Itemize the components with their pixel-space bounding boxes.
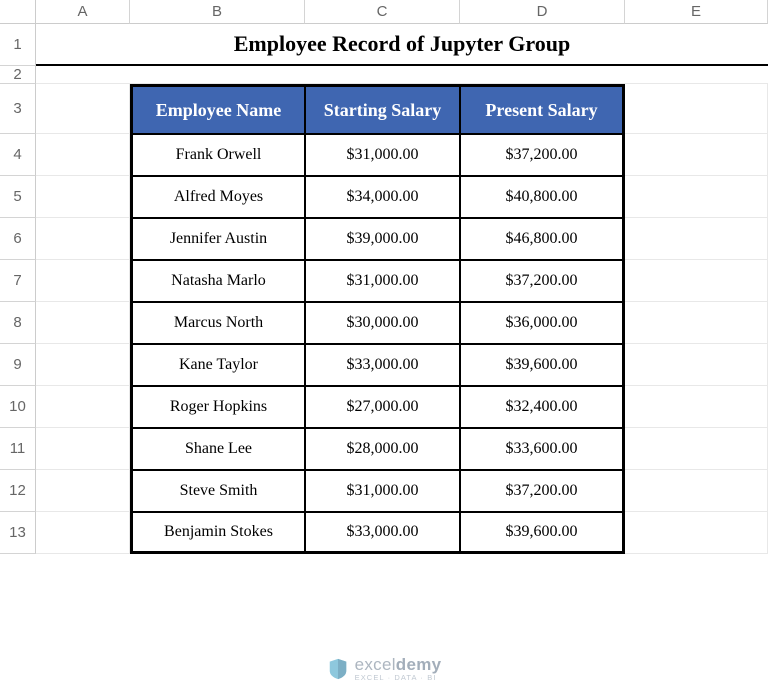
table-row[interactable]: Steve Smith bbox=[130, 470, 305, 512]
row-header-6[interactable]: 6 bbox=[0, 218, 36, 260]
table-row[interactable]: $32,400.00 bbox=[460, 386, 625, 428]
cell-e12[interactable] bbox=[625, 470, 768, 512]
table-row[interactable]: Marcus North bbox=[130, 302, 305, 344]
table-row[interactable]: $37,200.00 bbox=[460, 134, 625, 176]
table-header-name[interactable]: Employee Name bbox=[130, 84, 305, 134]
table-row[interactable]: $33,600.00 bbox=[460, 428, 625, 470]
row-header-7[interactable]: 7 bbox=[0, 260, 36, 302]
blank-row bbox=[36, 66, 768, 84]
cell-e3[interactable] bbox=[625, 84, 768, 134]
table-row[interactable]: $37,200.00 bbox=[460, 470, 625, 512]
cell-e9[interactable] bbox=[625, 344, 768, 386]
table-header-start[interactable]: Starting Salary bbox=[305, 84, 460, 134]
table-row[interactable]: Frank Orwell bbox=[130, 134, 305, 176]
row-header-10[interactable]: 10 bbox=[0, 386, 36, 428]
cell-a5[interactable] bbox=[36, 176, 130, 218]
page-title: Employee Record of Jupyter Group bbox=[36, 24, 768, 66]
table-row[interactable]: Jennifer Austin bbox=[130, 218, 305, 260]
row-header-8[interactable]: 8 bbox=[0, 302, 36, 344]
cell-e8[interactable] bbox=[625, 302, 768, 344]
table-row[interactable]: $39,600.00 bbox=[460, 344, 625, 386]
cell-a3[interactable] bbox=[36, 84, 130, 134]
col-header-d[interactable]: D bbox=[460, 0, 625, 24]
table-row[interactable]: $30,000.00 bbox=[305, 302, 460, 344]
col-header-b[interactable]: B bbox=[130, 0, 305, 24]
table-row[interactable]: $27,000.00 bbox=[305, 386, 460, 428]
table-row[interactable]: $34,000.00 bbox=[305, 176, 460, 218]
table-row[interactable]: $33,000.00 bbox=[305, 344, 460, 386]
table-row[interactable]: Alfred Moyes bbox=[130, 176, 305, 218]
col-header-e[interactable]: E bbox=[625, 0, 768, 24]
cell-a4[interactable] bbox=[36, 134, 130, 176]
table-row[interactable]: Natasha Marlo bbox=[130, 260, 305, 302]
cell-a10[interactable] bbox=[36, 386, 130, 428]
table-row[interactable]: $28,000.00 bbox=[305, 428, 460, 470]
table-row[interactable]: Benjamin Stokes bbox=[130, 512, 305, 554]
select-all-corner[interactable] bbox=[0, 0, 36, 24]
row-header-13[interactable]: 13 bbox=[0, 512, 36, 554]
col-header-a[interactable]: A bbox=[36, 0, 130, 24]
cell-e6[interactable] bbox=[625, 218, 768, 260]
cell-e7[interactable] bbox=[625, 260, 768, 302]
table-header-present[interactable]: Present Salary bbox=[460, 84, 625, 134]
watermark-text: exceldemy EXCEL · DATA · BI bbox=[355, 656, 442, 682]
cell-a6[interactable] bbox=[36, 218, 130, 260]
cell-a9[interactable] bbox=[36, 344, 130, 386]
exceldemy-icon bbox=[327, 658, 349, 680]
table-row[interactable]: Shane Lee bbox=[130, 428, 305, 470]
watermark-logo: exceldemy EXCEL · DATA · BI bbox=[0, 656, 768, 682]
row-header-9[interactable]: 9 bbox=[0, 344, 36, 386]
cell-e5[interactable] bbox=[625, 176, 768, 218]
table-row[interactable]: Roger Hopkins bbox=[130, 386, 305, 428]
cell-a13[interactable] bbox=[36, 512, 130, 554]
table-row[interactable]: $37,200.00 bbox=[460, 260, 625, 302]
col-header-c[interactable]: C bbox=[305, 0, 460, 24]
row-header-11[interactable]: 11 bbox=[0, 428, 36, 470]
table-row[interactable]: Kane Taylor bbox=[130, 344, 305, 386]
table-row[interactable]: $46,800.00 bbox=[460, 218, 625, 260]
table-row[interactable]: $31,000.00 bbox=[305, 260, 460, 302]
table-row[interactable]: $40,800.00 bbox=[460, 176, 625, 218]
row-header-1[interactable]: 1 bbox=[0, 24, 36, 66]
cell-e10[interactable] bbox=[625, 386, 768, 428]
cell-a12[interactable] bbox=[36, 470, 130, 512]
cell-a8[interactable] bbox=[36, 302, 130, 344]
cell-a11[interactable] bbox=[36, 428, 130, 470]
table-row[interactable]: $31,000.00 bbox=[305, 470, 460, 512]
table-row[interactable]: $39,600.00 bbox=[460, 512, 625, 554]
spreadsheet-grid: A B C D E 1 Employee Record of Jupyter G… bbox=[0, 0, 768, 554]
table-row[interactable]: $33,000.00 bbox=[305, 512, 460, 554]
row-header-3[interactable]: 3 bbox=[0, 84, 36, 134]
cell-e4[interactable] bbox=[625, 134, 768, 176]
row-header-4[interactable]: 4 bbox=[0, 134, 36, 176]
row-header-12[interactable]: 12 bbox=[0, 470, 36, 512]
cell-a7[interactable] bbox=[36, 260, 130, 302]
cell-e11[interactable] bbox=[625, 428, 768, 470]
table-row[interactable]: $36,000.00 bbox=[460, 302, 625, 344]
table-row[interactable]: $39,000.00 bbox=[305, 218, 460, 260]
table-row[interactable]: $31,000.00 bbox=[305, 134, 460, 176]
row-header-5[interactable]: 5 bbox=[0, 176, 36, 218]
row-header-2[interactable]: 2 bbox=[0, 66, 36, 84]
cell-e13[interactable] bbox=[625, 512, 768, 554]
